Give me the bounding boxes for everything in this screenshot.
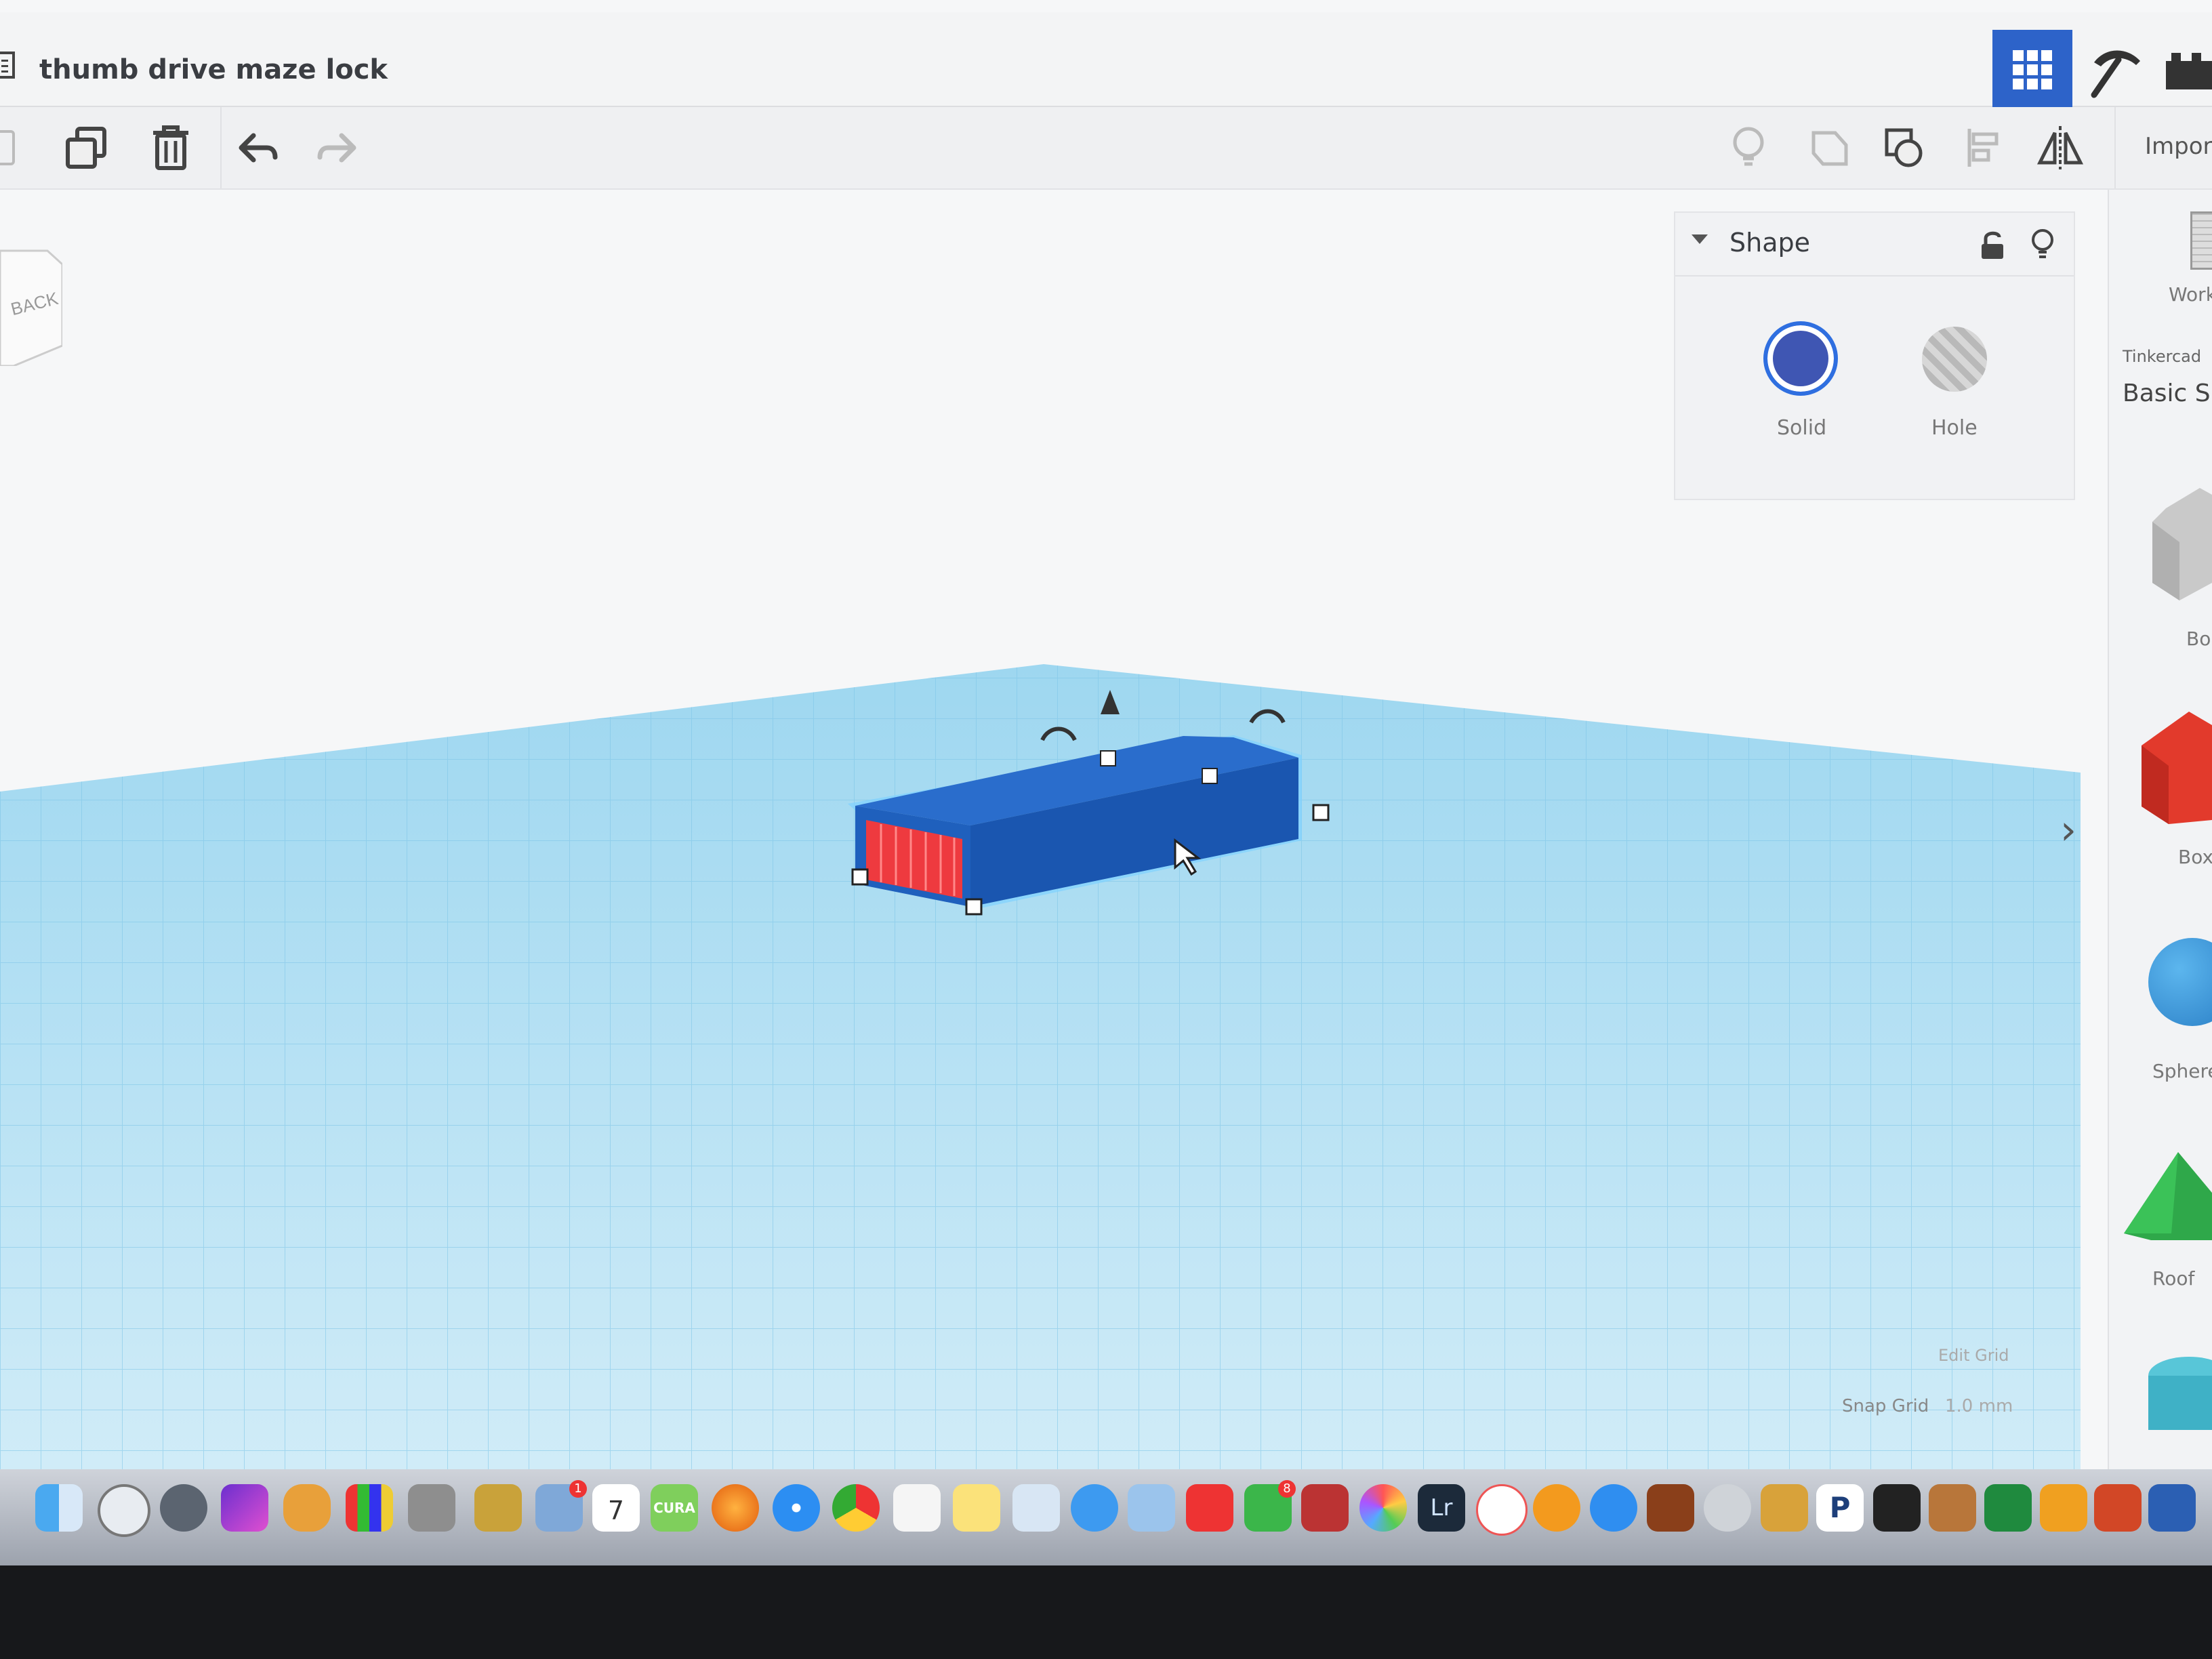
roof-shape-icon[interactable]: [2124, 1152, 2212, 1240]
3d-design-view-button[interactable]: [1992, 30, 2072, 110]
library-source-label: Tinkercad: [2123, 347, 2202, 366]
shape-label-roof: Roof: [2152, 1267, 2195, 1290]
toolbar-divider: [220, 107, 222, 188]
shape-label-box: Box: [2178, 846, 2212, 868]
title-bar: thumb drive maze lock: [0, 12, 2212, 110]
game-app-icon[interactable]: [1647, 1484, 1694, 1532]
launchpad-icon[interactable]: [160, 1484, 207, 1532]
corner-handle[interactable]: [851, 868, 869, 886]
cylinder-shape-icon[interactable]: [2135, 1355, 2212, 1430]
hole-label: Hole: [1931, 416, 1978, 440]
notification-badge: 8: [1278, 1480, 1296, 1498]
library-category-select[interactable]: Basic Sh: [2123, 380, 2212, 407]
inspector-title: Shape: [1729, 228, 1810, 258]
mail-app-icon[interactable]: 1: [535, 1480, 587, 1532]
resize-handle[interactable]: [1100, 750, 1116, 766]
solid-label: Solid: [1777, 416, 1827, 440]
shape-inspector-panel: Shape Solid Hole: [1674, 211, 2075, 500]
light-bulb-icon[interactable]: [1721, 121, 1776, 175]
excel-icon[interactable]: [1984, 1484, 2032, 1532]
bird-app-icon[interactable]: [283, 1484, 331, 1532]
powerpoint-icon[interactable]: [2094, 1484, 2142, 1532]
grid-icon: [2013, 50, 2052, 89]
tinkercad-screen: thumb drive maze lock Impor BACK Shape S…: [0, 0, 2212, 1552]
collapse-caret-icon[interactable]: [1692, 234, 1708, 244]
affinity-photo-icon[interactable]: [221, 1484, 268, 1532]
edit-grid-button[interactable]: Edit Grid: [1938, 1346, 2009, 1365]
calendar-icon[interactable]: 7: [592, 1484, 640, 1532]
notification-badge: 1: [569, 1480, 587, 1498]
box-shape-icon[interactable]: [2142, 705, 2212, 827]
redo-icon[interactable]: [310, 121, 365, 175]
ungroup-icon[interactable]: [1877, 121, 1931, 175]
photos-icon[interactable]: [1359, 1484, 1407, 1532]
delete-icon[interactable]: [144, 121, 198, 175]
align-icon[interactable]: [1959, 121, 2013, 175]
macos-dock: 1 7 CURA 8 Lr P: [0, 1469, 2212, 1565]
utility-app-icon[interactable]: [408, 1484, 455, 1532]
word-icon[interactable]: [2148, 1484, 2196, 1532]
notes-app-icon[interactable]: [474, 1484, 522, 1532]
bricks-icon[interactable]: [2162, 37, 2212, 104]
preview-icon[interactable]: [1012, 1484, 1060, 1532]
firefox-icon[interactable]: [712, 1484, 759, 1532]
shape-label-bo: Bo: [2186, 628, 2211, 650]
guitar-pro-icon[interactable]: [1873, 1484, 1921, 1532]
finder-icon[interactable]: [35, 1484, 83, 1532]
import-button[interactable]: Impor: [2145, 133, 2212, 160]
windows-app-icon[interactable]: [346, 1484, 393, 1532]
p-app-icon[interactable]: P: [1816, 1484, 1864, 1532]
inspector-header: Shape: [1675, 213, 2074, 276]
guitar-app-icon[interactable]: [1929, 1484, 1976, 1532]
group-icon[interactable]: [1803, 121, 1857, 175]
shape-label-sphere: Sphere: [2152, 1060, 2212, 1082]
snap-grid-label: Snap Grid: [1842, 1396, 1929, 1416]
cura-icon[interactable]: CURA: [651, 1484, 698, 1532]
workplane-label[interactable]: Work: [2169, 283, 2212, 306]
duplicate-icon[interactable]: [60, 121, 114, 175]
box-hole-shape-icon[interactable]: [2152, 481, 2212, 603]
corner-handle[interactable]: [1312, 804, 1330, 821]
itunes-icon[interactable]: [1476, 1484, 1528, 1536]
presentation-app-icon[interactable]: [1186, 1484, 1233, 1532]
paste-icon[interactable]: [0, 121, 34, 175]
edit-toolbar: [0, 107, 2212, 190]
solid-option-button[interactable]: [1763, 321, 1838, 396]
spiral-app-icon[interactable]: [1704, 1484, 1751, 1532]
siri-icon[interactable]: [98, 1484, 150, 1537]
snap-grid-select[interactable]: 1.0 mm: [1945, 1396, 2013, 1416]
workplane-icon[interactable]: [2190, 211, 2212, 270]
facetime-icon[interactable]: 8: [1244, 1480, 1296, 1532]
menu-icon[interactable]: [0, 52, 15, 79]
lock-icon[interactable]: [1979, 230, 2006, 260]
light-bulb-icon[interactable]: [2028, 228, 2057, 262]
stickies-icon[interactable]: [953, 1484, 1000, 1532]
photo-booth-icon[interactable]: [1301, 1484, 1349, 1532]
outlook-icon[interactable]: [2040, 1484, 2087, 1532]
view-cube[interactable]: BACK: [0, 244, 62, 366]
app-store-icon[interactable]: [1590, 1484, 1637, 1532]
toolbar-divider: [2114, 107, 2116, 188]
design-title[interactable]: thumb drive maze lock: [39, 54, 388, 85]
writing-app-icon[interactable]: [1128, 1484, 1175, 1532]
messages-icon[interactable]: [1071, 1484, 1118, 1532]
resize-handle[interactable]: [1202, 768, 1218, 784]
hole-option-button[interactable]: [1922, 327, 1987, 392]
tunnelblick-icon[interactable]: [1761, 1484, 1808, 1532]
corner-handle[interactable]: [965, 898, 983, 916]
monitor-bezel: [0, 1565, 2212, 1659]
mirror-icon[interactable]: [2033, 121, 2087, 175]
ibooks-icon[interactable]: [1533, 1484, 1580, 1532]
pickaxe-icon[interactable]: [2081, 37, 2148, 104]
lightroom-icon[interactable]: Lr: [1418, 1484, 1465, 1532]
chrome-icon[interactable]: [832, 1484, 880, 1532]
safari-icon[interactable]: [773, 1484, 820, 1532]
panel-toggle-chevron-icon[interactable]: ›: [2060, 806, 2076, 854]
textedit-icon[interactable]: [893, 1484, 941, 1532]
undo-icon[interactable]: [230, 121, 285, 175]
